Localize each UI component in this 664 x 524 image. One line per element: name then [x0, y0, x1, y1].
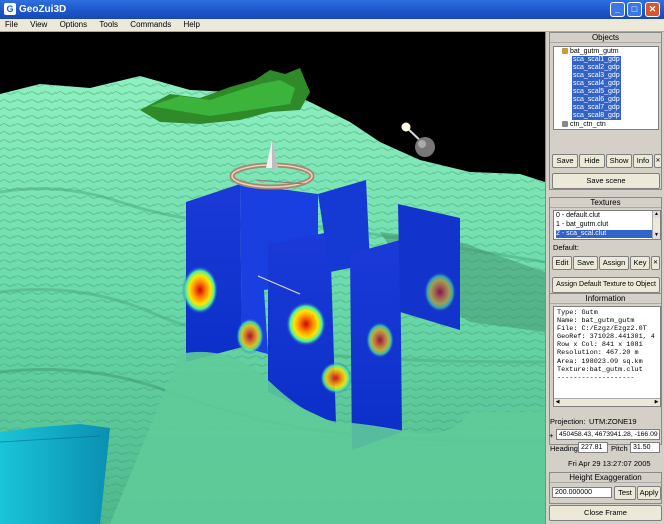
app-icon: G [4, 3, 16, 15]
close-frame-button[interactable]: Close Frame [549, 505, 662, 521]
info-line: GeoRef: 371028.441301, 4 [557, 333, 655, 342]
terrain-scene [0, 68, 545, 524]
height-exaggeration-field[interactable]: 200.000000 [552, 487, 612, 498]
texture-save-button[interactable]: Save [573, 256, 598, 270]
height-test-button[interactable]: Test [614, 486, 636, 500]
coordinates-field[interactable]: 450458.43, 4673941.28, -166.09 [556, 429, 660, 440]
info-hscrollbar[interactable]: ◀ ▶ [554, 398, 660, 406]
info-line: Area: 198023.09 sq.km [557, 357, 643, 366]
info-line: Name: bat_gutm_gutm [557, 317, 635, 326]
tree-item-scal8[interactable]: sca_scal8_gdp [572, 112, 621, 120]
tree-item-scal1[interactable]: sca_scal1_gdp [572, 56, 621, 64]
heading-label: Heading [550, 444, 578, 453]
projection-label: Projection: [550, 417, 586, 426]
scroll-right-icon[interactable]: ▶ [653, 399, 660, 406]
information-title: Information [550, 294, 661, 304]
textures-scrollbar[interactable]: ▲ ▼ [652, 211, 660, 239]
save-scene-button[interactable]: Save scene [552, 173, 660, 189]
close-button[interactable]: ✕ [645, 2, 660, 17]
information-text: Type: Gutm Name: bat_gutm_gutm File: C:/… [553, 306, 661, 407]
objects-group: Objects bat_gutm_gutm sca_scal1_gdp sca_… [549, 32, 662, 190]
info-line: ------------------- [557, 373, 635, 382]
info-line: File: C:/Ezgz/Ezgz2.0T [557, 325, 647, 334]
pitch-field[interactable]: 31.50 [630, 442, 660, 453]
projection-value: UTM:ZONE19 [589, 417, 637, 426]
assign-default-texture-button[interactable]: Assign Default Texture to Object [552, 277, 660, 293]
tree-item-bat-gutm[interactable]: bat_gutm_gutm [562, 48, 619, 56]
info-line: Type: Gutm [557, 309, 598, 317]
objects-hide-button[interactable]: Hide [579, 154, 605, 168]
control-panel: Objects bat_gutm_gutm sca_scal1_gdp sca_… [545, 32, 664, 524]
objects-show-button[interactable]: Show [606, 154, 632, 168]
texture-assign-button[interactable]: Assign [599, 256, 629, 270]
height-apply-button[interactable]: Apply [637, 486, 661, 500]
textures-list[interactable]: 0 - default.clut 1 - bat_gutm.clut 2 - s… [553, 210, 661, 240]
scroll-left-icon[interactable]: ◀ [554, 399, 561, 406]
menu-help[interactable]: Help [178, 19, 204, 31]
maximize-button[interactable]: □ [627, 2, 642, 17]
height-exaggeration-title: Height Exaggeration [550, 473, 661, 483]
scroll-down-icon[interactable]: ▼ [653, 232, 660, 239]
close-icon[interactable]: ✕ [654, 154, 662, 168]
info-line: Resolution: 467.20 m [557, 349, 639, 358]
close-icon[interactable]: ✕ [651, 256, 660, 270]
folder-icon [562, 48, 568, 55]
pitch-label: Pitch [611, 444, 628, 453]
datetime-label: Fri Apr 29 13:27:07 2005 [568, 459, 651, 468]
texture-item-bat-gutm[interactable]: 1 - bat_gutm.clut [556, 221, 608, 229]
objects-info-button[interactable]: Info [633, 154, 653, 168]
menu-commands[interactable]: Commands [125, 19, 176, 31]
heading-field[interactable]: 227.81 [578, 442, 608, 453]
texture-edit-button[interactable]: Edit [552, 256, 572, 270]
menu-options[interactable]: Options [55, 19, 93, 31]
tree-item-scal2[interactable]: sca_scal2_gdp [572, 64, 621, 72]
objects-tree[interactable]: bat_gutm_gutm sca_scal1_gdp sca_scal2_gd… [553, 46, 659, 130]
scroll-up-icon[interactable]: ▲ [653, 211, 660, 218]
window-title: GeoZui3D [19, 4, 67, 15]
info-line: Row x Col: 841 x 1081 [557, 341, 643, 350]
default-label: Default: [553, 243, 579, 252]
object-icon [562, 121, 568, 128]
title-bar: G GeoZui3D _ □ ✕ [0, 0, 664, 19]
tree-item-scal5[interactable]: sca_scal5_gdp [572, 88, 621, 96]
info-line: Texture:bat_gutm.clut [557, 365, 643, 374]
textures-title: Textures [550, 198, 661, 208]
tree-item-scal7[interactable]: sca_scal7_gdp [572, 104, 621, 112]
menu-file[interactable]: File [0, 19, 23, 31]
objects-save-button[interactable]: Save [552, 154, 578, 168]
menu-view[interactable]: View [25, 19, 52, 31]
tree-item-scal4[interactable]: sca_scal4_gdp [572, 80, 621, 88]
texture-key-button[interactable]: Key [630, 256, 650, 270]
menu-tools[interactable]: Tools [94, 19, 123, 31]
minimize-button[interactable]: _ [610, 2, 625, 17]
tree-item-scal6[interactable]: sca_scal6_gdp [572, 96, 621, 104]
tree-item-ctn[interactable]: ctn_ctn_ctn [562, 121, 606, 129]
height-exaggeration-group: Height Exaggeration 200.000000 Test Appl… [549, 472, 662, 504]
3d-viewport[interactable] [0, 32, 545, 524]
menu-bar: File View Options Tools Commands Help [0, 19, 664, 32]
objects-title: Objects [550, 33, 661, 43]
tree-item-scal3[interactable]: sca_scal3_gdp [572, 72, 621, 80]
coords-marker: + [549, 431, 554, 440]
texture-item-sca-scal[interactable]: 2 - sca_scal.clut [556, 230, 654, 238]
texture-item-default[interactable]: 0 - default.clut [556, 212, 600, 220]
